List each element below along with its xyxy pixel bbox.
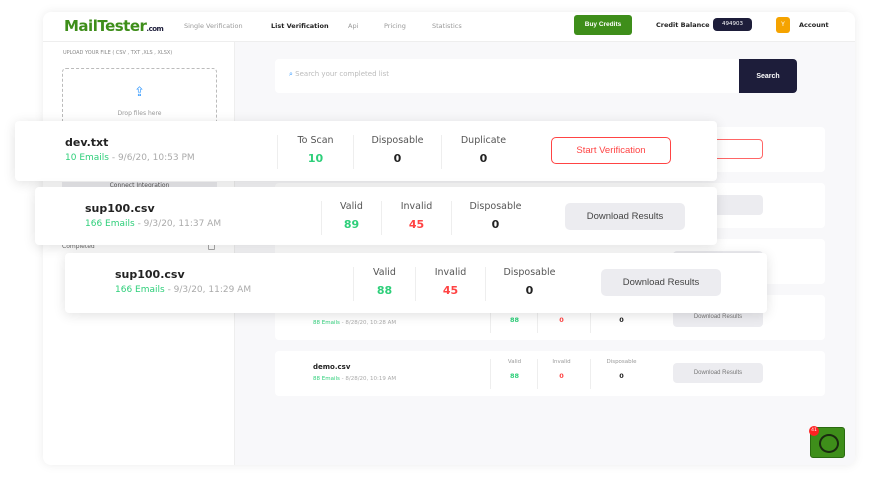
nav-list-verification[interactable]: List Verification <box>271 22 329 30</box>
drop-text: Drop files here <box>117 110 162 117</box>
valid-stat: Valid 89 <box>321 201 381 235</box>
disposable-stat: Disposable0 <box>590 359 652 389</box>
account-link[interactable]: Account <box>799 21 829 29</box>
download-results-button[interactable]: Download Results <box>601 269 721 296</box>
list-card-dev: dev.txt 10 Emails - 9/6/20, 10:53 PM To … <box>15 121 717 181</box>
logo[interactable]: MailTester.com <box>64 17 164 35</box>
nav-pricing[interactable]: Pricing <box>384 22 406 30</box>
disposable-stat: Disposable0 <box>451 201 539 235</box>
file-meta: 166 Emails - 9/3/20, 11:29 AM <box>115 285 252 295</box>
credit-balance-label: Credit Balance <box>656 21 710 29</box>
nav-single-verification[interactable]: Single Verification <box>184 22 243 30</box>
start-verification-button[interactable]: Start Verification <box>551 137 671 164</box>
disposable-stat: Disposable0 <box>353 135 441 169</box>
search-button[interactable]: Search <box>739 59 797 93</box>
valid-stat: Valid88 <box>490 359 538 389</box>
invalid-stat: Invalid 45 <box>381 201 451 235</box>
list-row: demo.csv 88 Emails - 8/28/20, 10:19 AM V… <box>275 351 825 396</box>
file-meta: 88 Emails - 8/28/20, 10:19 AM <box>313 376 397 382</box>
list-card-sup100-2: sup100.csv 166 Emails - 9/3/20, 11:29 AM… <box>65 253 767 313</box>
file-meta: 88 Emails - 8/28/20, 10:28 AM <box>313 320 397 326</box>
file-name: dev.txt <box>65 136 109 149</box>
file-name: sup100.csv <box>115 268 185 281</box>
file-name: sup100.csv <box>85 202 155 215</box>
upload-icon: ⇪ <box>134 85 145 100</box>
nav-api[interactable]: Api <box>348 22 358 30</box>
disposable-stat: Disposable0 <box>485 267 573 301</box>
chat-icon <box>819 434 839 453</box>
chat-widget-button[interactable]: 41 <box>809 426 845 458</box>
duplicate-stat: Duplicate 0 <box>441 135 525 169</box>
search-input[interactable]: ⌕ Search your completed list <box>275 59 740 93</box>
search-icon: ⌕ <box>289 70 293 78</box>
file-meta: 10 Emails - 9/6/20, 10:53 PM <box>65 153 195 163</box>
nav-statistics[interactable]: Statistics <box>432 22 462 30</box>
buy-credits-button[interactable]: Buy Credits <box>574 15 632 35</box>
chat-badge: 41 <box>809 426 819 436</box>
download-results-button[interactable]: Download Results <box>673 363 763 383</box>
download-results-button[interactable]: Download Results <box>565 203 685 230</box>
list-card-sup100-1: sup100.csv 166 Emails - 9/3/20, 11:37 AM… <box>35 187 717 245</box>
avatar[interactable]: Y <box>776 17 790 33</box>
top-nav: MailTester.com Single Verification List … <box>43 12 855 42</box>
file-dropzone[interactable]: ⇪ Drop files here <box>62 68 217 128</box>
invalid-stat: Invalid 45 <box>415 267 485 301</box>
credit-balance-value: 494903 <box>713 18 752 31</box>
invalid-stat: Invalid0 <box>537 359 585 389</box>
file-meta: 166 Emails - 9/3/20, 11:37 AM <box>85 219 222 229</box>
upload-label: UPLOAD YOUR FILE ( CSV , TXT ,XLS , XLSX… <box>63 50 173 56</box>
file-name: demo.csv <box>313 363 351 371</box>
valid-stat: Valid88 <box>353 267 415 301</box>
to-scan-stat: To Scan 10 <box>277 135 353 169</box>
